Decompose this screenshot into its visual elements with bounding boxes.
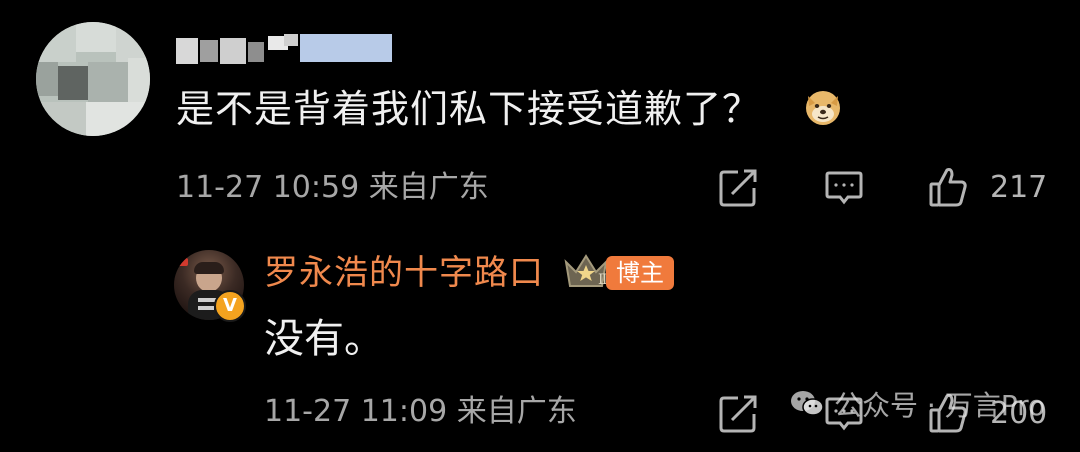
share-icon[interactable] [718, 168, 758, 208]
reply-author-name[interactable]: 罗永浩的十字路口 [264, 252, 544, 294]
comment-timestamp-location: 11-27 10:59 来自广东 [176, 170, 489, 205]
thumbs-up-icon[interactable] [928, 166, 968, 207]
verified-badge-icon: V [214, 290, 246, 322]
share-icon[interactable] [718, 394, 758, 434]
commenter-avatar-blurred[interactable] [36, 22, 150, 136]
wechat-icon [790, 389, 824, 426]
reply-text: 没有。 [264, 316, 384, 362]
doge-emoji-icon [804, 88, 842, 126]
comment-text: 是不是背着我们私下接受道歉了？ [176, 87, 762, 131]
comment-icon[interactable] [824, 168, 864, 208]
reply-timestamp-location: 11-27 11:09 来自广东 [264, 394, 577, 429]
blogger-badge: 博主 [606, 256, 674, 290]
like-count: 217 [990, 170, 1048, 205]
commenter-name-blurred[interactable] [176, 30, 392, 64]
watermark-text: 公众号 · 万言Pro [834, 389, 1046, 422]
watermark: 公众号 · 万言Pro [790, 388, 1045, 426]
crown-level-icon: Ⅱ [562, 252, 610, 292]
